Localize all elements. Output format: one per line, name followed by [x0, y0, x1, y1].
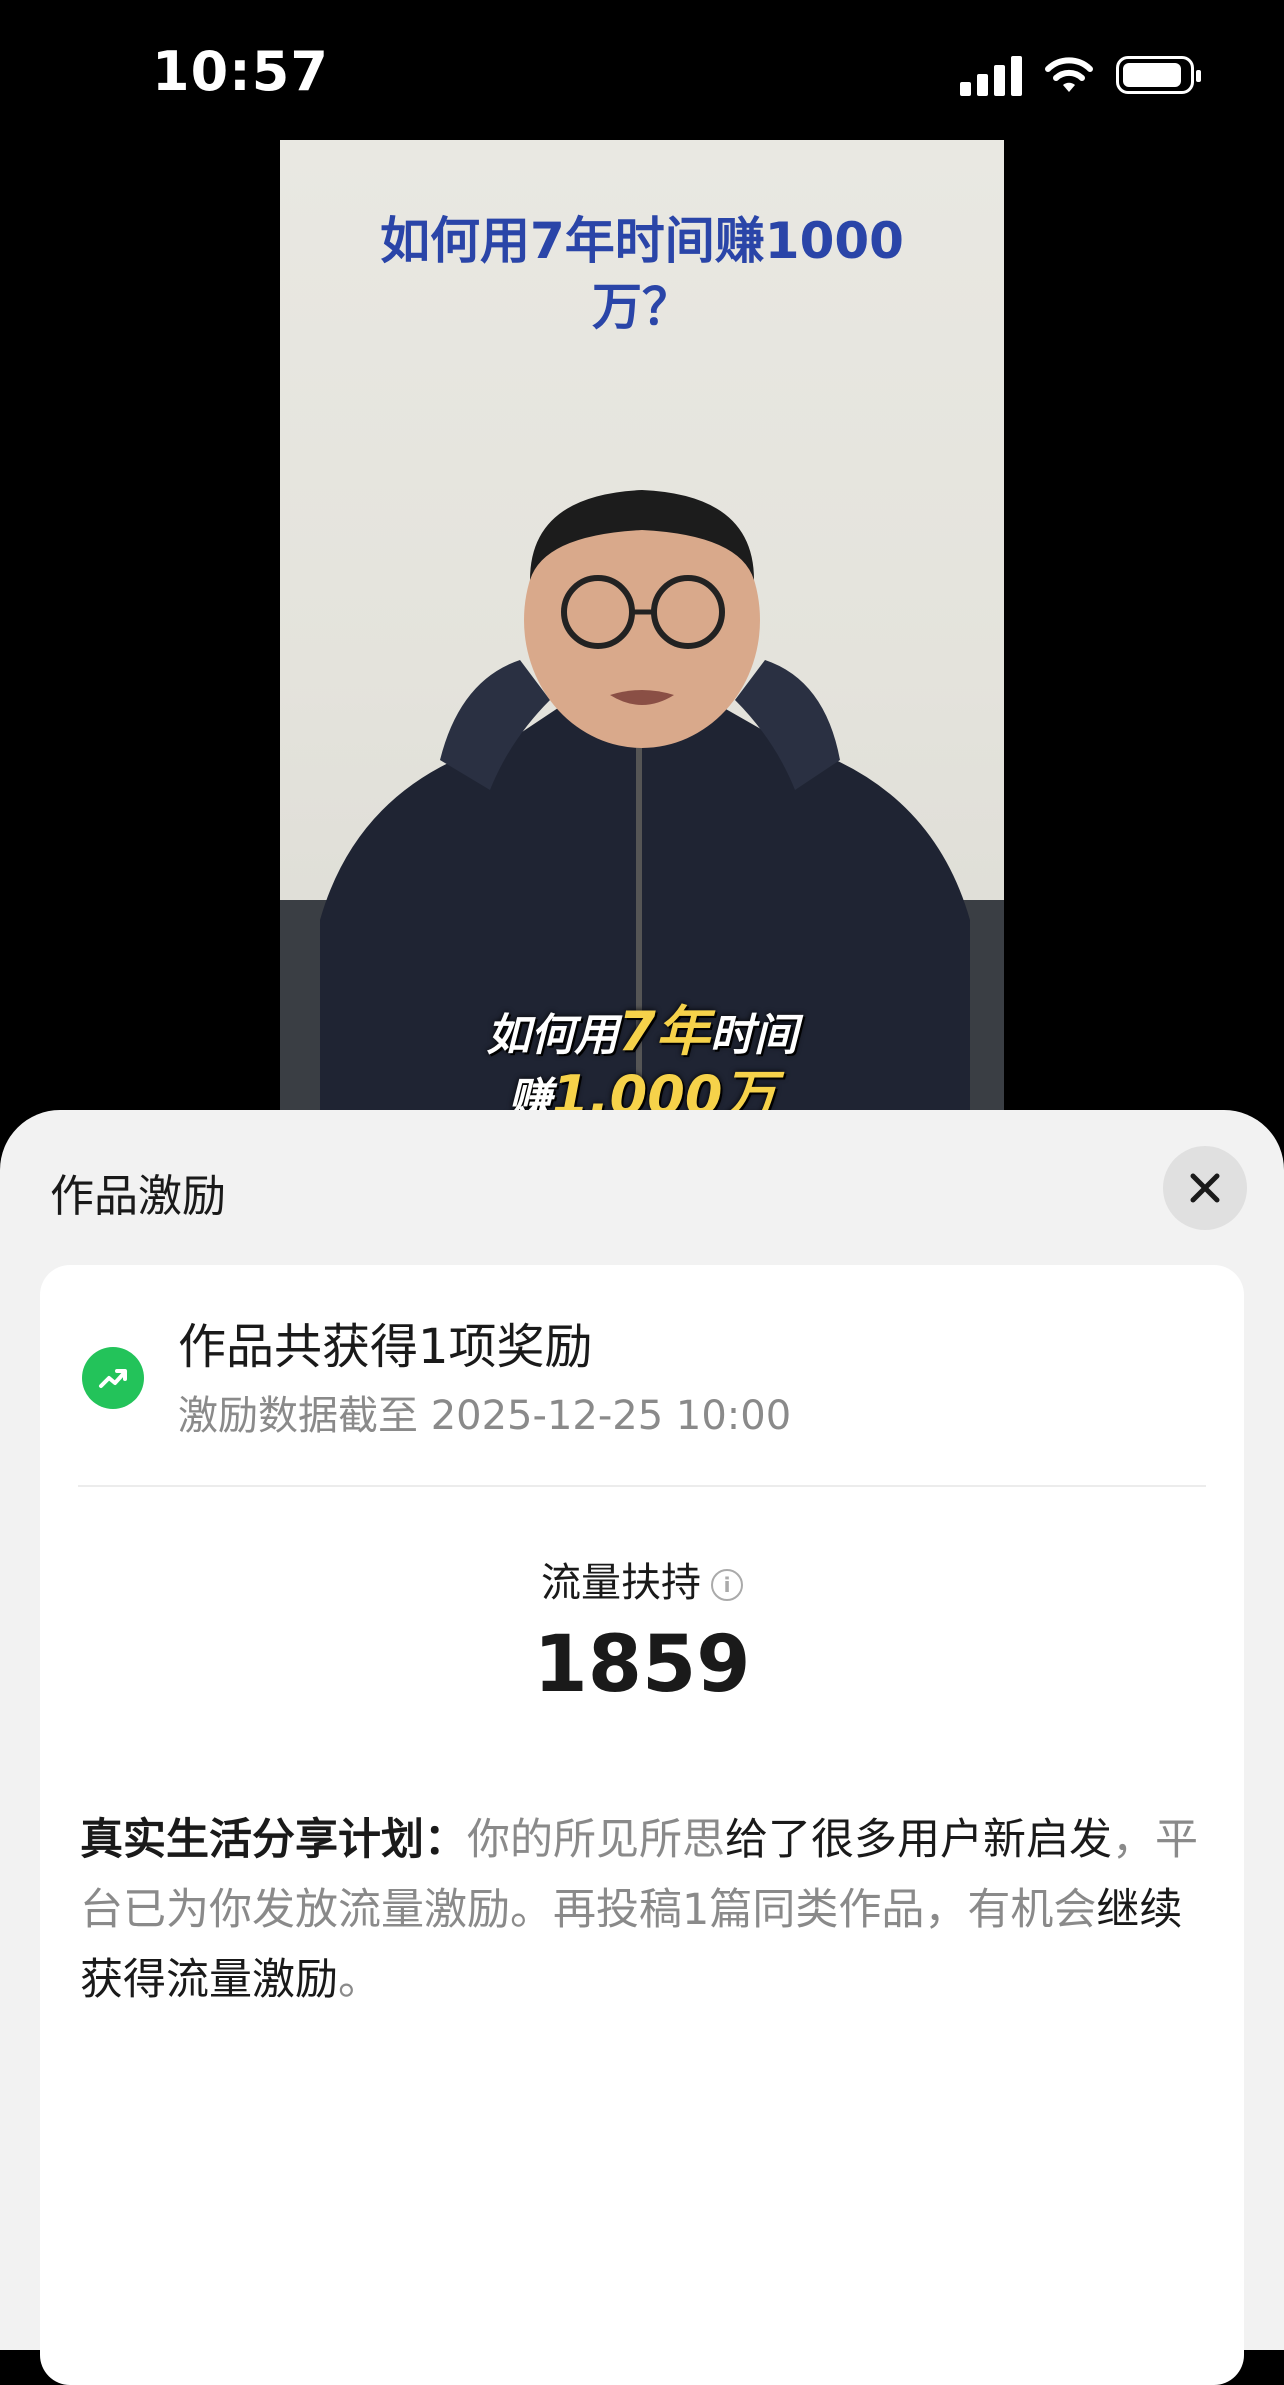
reward-title: 作品共获得1项奖励 [178, 1319, 593, 1375]
battery-icon [1116, 56, 1201, 94]
desc-text: 。 [338, 1955, 381, 2005]
caption-text: 时间 [709, 1010, 798, 1061]
sheet-title: 作品激励 [50, 1171, 226, 1222]
close-button[interactable] [1163, 1146, 1247, 1230]
reward-description: 真实生活分享计划：你的所见所思给了很多用户新启发，平台已为你发放流量激励。再投稿… [80, 1805, 1204, 2015]
video-player[interactable]: 如何用7年时间赚1000万？ 如何用7年时间 赚1,000万 [280, 140, 1004, 1110]
metric-label: 流量扶持 [541, 1560, 701, 1606]
person-figure [280, 490, 1004, 1110]
caption-highlight: 7年 [618, 1000, 710, 1063]
divider [78, 1485, 1206, 1487]
trend-up-icon [82, 1347, 144, 1409]
caption-text: 如何用 [486, 1010, 619, 1061]
signal-icon [960, 54, 1022, 96]
status-icons [960, 50, 1201, 100]
reward-date: 激励数据截至 2025-12-25 10:00 [178, 1393, 792, 1439]
wifi-icon [1045, 57, 1093, 92]
status-bar: 10:57 [0, 0, 1284, 140]
reward-sheet: 作品激励 作品共获得1项奖励 激励数据截至 2025-12-25 10:00 流… [0, 1110, 1284, 2385]
metric-label-row: 流量扶持 i [40, 1550, 1244, 1608]
caption-text: 赚 [507, 1074, 552, 1110]
video-caption: 如何用7年时间 赚1,000万 [280, 1000, 1004, 1111]
plan-name: 真实生活分享计划： [80, 1815, 467, 1865]
caption-highlight: 1,000万 [551, 1064, 777, 1111]
close-icon [1190, 1173, 1220, 1203]
desc-text: 你的所见所思 [467, 1815, 725, 1865]
metric-value: 1859 [533, 1620, 751, 1710]
desc-emphasis: 给了很多用户新启发 [725, 1815, 1112, 1865]
reward-card: 作品共获得1项奖励 激励数据截至 2025-12-25 10:00 流量扶持 i … [40, 1265, 1244, 2385]
status-time: 10:57 [152, 40, 329, 103]
info-icon[interactable]: i [711, 1569, 743, 1601]
